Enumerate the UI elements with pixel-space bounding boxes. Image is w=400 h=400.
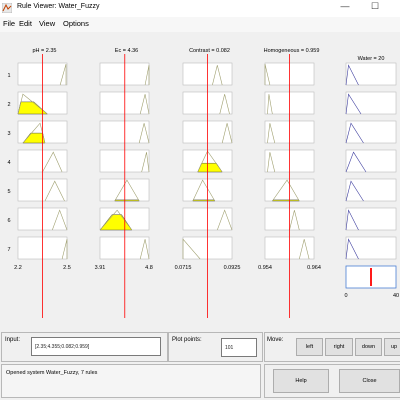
input-header-2: Contrast = 0.082 [189, 48, 230, 54]
rule-number-6: 6 [7, 218, 10, 224]
input-field[interactable]: [2.35;4.355;0.082;0.959] [31, 337, 161, 356]
input-min-tick-0: 2.2 [14, 265, 22, 271]
output-mf-box [345, 91, 397, 115]
rule-number-4: 4 [7, 160, 10, 166]
input-panel: Input: [2.35;4.355;0.082;0.959] [1, 332, 168, 362]
maximize-button[interactable]: ☐ [368, 1, 382, 12]
input-max-tick-0: 2.5 [63, 265, 71, 271]
output-mf-box [345, 178, 397, 202]
rule-number-7: 7 [7, 247, 10, 253]
input-min-tick-1: 3.91 [95, 265, 106, 271]
help-close-panel: Help Close [264, 364, 400, 398]
move-up-button[interactable]: up [384, 338, 400, 356]
menu-view[interactable]: View [39, 19, 55, 28]
input-max-tick-1: 4.8 [145, 265, 153, 271]
rule-number-3: 3 [7, 131, 10, 137]
output-mf-box [345, 207, 397, 231]
plot-points-field[interactable]: 101 [221, 338, 257, 357]
rule-plots[interactable]: pH = 2.35 Ec = 4.36 Contrast = 0.082 Homoge… [0, 32, 400, 326]
help-button[interactable]: Help [273, 369, 329, 393]
status-message: Opened system Water_Fuzzy, 7 rules [6, 370, 98, 376]
window-title: Rule Viewer: Water_Fuzzy [17, 3, 100, 10]
move-left-button[interactable]: left [296, 338, 323, 356]
output-mf-box [345, 62, 397, 86]
input-label: Input: [5, 337, 21, 343]
move-right-button[interactable]: right [325, 338, 353, 356]
move-down-button[interactable]: down [355, 338, 382, 356]
input-min-tick-2: 0.0715 [175, 265, 192, 271]
output-max-tick: 40 [393, 293, 399, 299]
matlab-app-icon [2, 3, 12, 13]
input-max-tick-2: 0.0925 [224, 265, 241, 271]
rule-number-1: 1 [7, 73, 10, 79]
move-panel: Move: left right down up [264, 332, 400, 362]
rule-number-5: 5 [7, 189, 10, 195]
input-max-tick-3: 0.964 [307, 265, 321, 271]
menu-options[interactable]: Options [63, 19, 89, 28]
output-mf-box [345, 236, 397, 260]
move-label: Move: [267, 337, 284, 343]
close-button[interactable]: Close [339, 369, 400, 393]
output-mf-box [345, 120, 397, 144]
menu-edit[interactable]: Edit [19, 19, 32, 28]
menu-file[interactable]: File [3, 19, 15, 28]
plot-points-label: Plot points: [172, 337, 202, 343]
rule-number-2: 2 [7, 102, 10, 108]
output-mf-box [345, 149, 397, 173]
fired-region [271, 199, 300, 202]
output-min-tick: 0 [344, 293, 347, 299]
input-header-0: pH = 2.35 [32, 48, 56, 54]
fired-region [114, 199, 140, 202]
plot-points-panel: Plot points: 101 [168, 332, 263, 362]
input-min-tick-3: 0.954 [258, 265, 272, 271]
menu-bar: File Edit View Options [0, 17, 400, 32]
input-header-3: Homogeneous = 0.959 [264, 48, 320, 54]
output-header: Water = 20 [358, 56, 385, 62]
fired-region [192, 199, 216, 202]
rule-plots-area: pH = 2.35 Ec = 4.36 Contrast = 0.082 Homoge… [0, 32, 400, 326]
minimize-button[interactable]: — [338, 1, 352, 11]
input-header-1: Ec = 4.36 [115, 48, 138, 54]
title-bar: Rule Viewer: Water_Fuzzy — ☐ [0, 0, 400, 17]
